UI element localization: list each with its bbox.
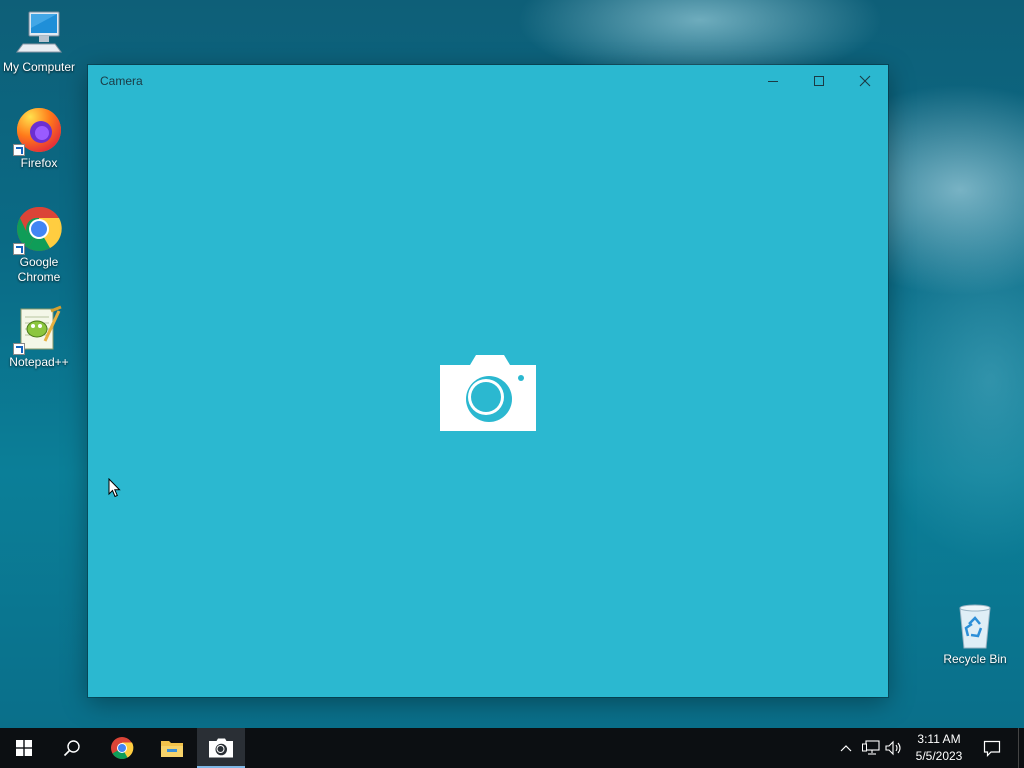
- clock[interactable]: 3:11 AM 5/5/2023: [906, 731, 972, 765]
- volume-button[interactable]: [884, 738, 904, 758]
- desktop-icon-label: Firefox: [20, 156, 58, 170]
- show-hidden-icons-button[interactable]: [836, 738, 856, 758]
- firefox-icon: [13, 106, 63, 156]
- taskbar: 3:11 AM 5/5/2023: [0, 728, 1024, 768]
- mouse-cursor-icon: [108, 477, 122, 498]
- minimize-button[interactable]: [750, 65, 796, 97]
- camera-icon: [440, 355, 536, 431]
- clock-date: 5/5/2023: [915, 749, 963, 763]
- file-explorer-icon: [161, 741, 183, 757]
- notepadpp-icon: [13, 305, 63, 355]
- recycle-bin-icon: [951, 602, 999, 650]
- network-icon: [862, 740, 880, 755]
- desktop-icon-notepadpp[interactable]: Notepad++: [0, 305, 78, 370]
- maximize-icon: [814, 76, 824, 86]
- search-icon: [63, 740, 80, 757]
- clock-time: 3:11 AM: [917, 732, 961, 746]
- chevron-up-icon: [840, 745, 852, 752]
- shortcut-arrow-icon: [13, 144, 25, 156]
- desktop-icon-label: Google Chrome: [17, 255, 61, 284]
- close-icon: [859, 75, 871, 87]
- desktop-icon-label: Recycle Bin: [943, 652, 1007, 666]
- window-title: Camera: [100, 74, 143, 88]
- action-center-button[interactable]: [972, 728, 1012, 768]
- desktop-icon-firefox[interactable]: Firefox: [0, 106, 78, 171]
- taskbar-file-explorer[interactable]: [148, 728, 196, 768]
- start-icon: [16, 740, 32, 756]
- action-center-icon: [983, 740, 1001, 757]
- shortcut-arrow-icon: [13, 243, 25, 255]
- show-desktop-button[interactable]: [1018, 728, 1024, 768]
- close-button[interactable]: [842, 65, 888, 97]
- volume-icon: [885, 740, 901, 756]
- minimize-icon: [768, 81, 778, 82]
- chrome-icon: [111, 737, 134, 759]
- taskbar-camera[interactable]: [197, 728, 245, 768]
- start-button[interactable]: [0, 728, 48, 768]
- desktop-icon-google-chrome[interactable]: Google Chrome: [0, 205, 78, 285]
- desktop-icon-label: Notepad++: [9, 355, 69, 369]
- maximize-button[interactable]: [796, 65, 842, 97]
- camera-window[interactable]: Camera: [88, 65, 888, 697]
- chrome-icon: [13, 205, 63, 255]
- desktop-icon-my-computer[interactable]: My Computer: [0, 10, 78, 75]
- computer-icon: [15, 10, 63, 58]
- taskbar-chrome[interactable]: [98, 728, 146, 768]
- camera-icon: [209, 738, 233, 758]
- desktop-icon-recycle-bin[interactable]: Recycle Bin: [936, 602, 1014, 667]
- search-button[interactable]: [48, 728, 96, 768]
- desktop-icon-label: My Computer: [2, 60, 76, 74]
- shortcut-arrow-icon: [13, 343, 25, 355]
- network-button[interactable]: [861, 738, 881, 758]
- title-bar[interactable]: Camera: [88, 65, 888, 97]
